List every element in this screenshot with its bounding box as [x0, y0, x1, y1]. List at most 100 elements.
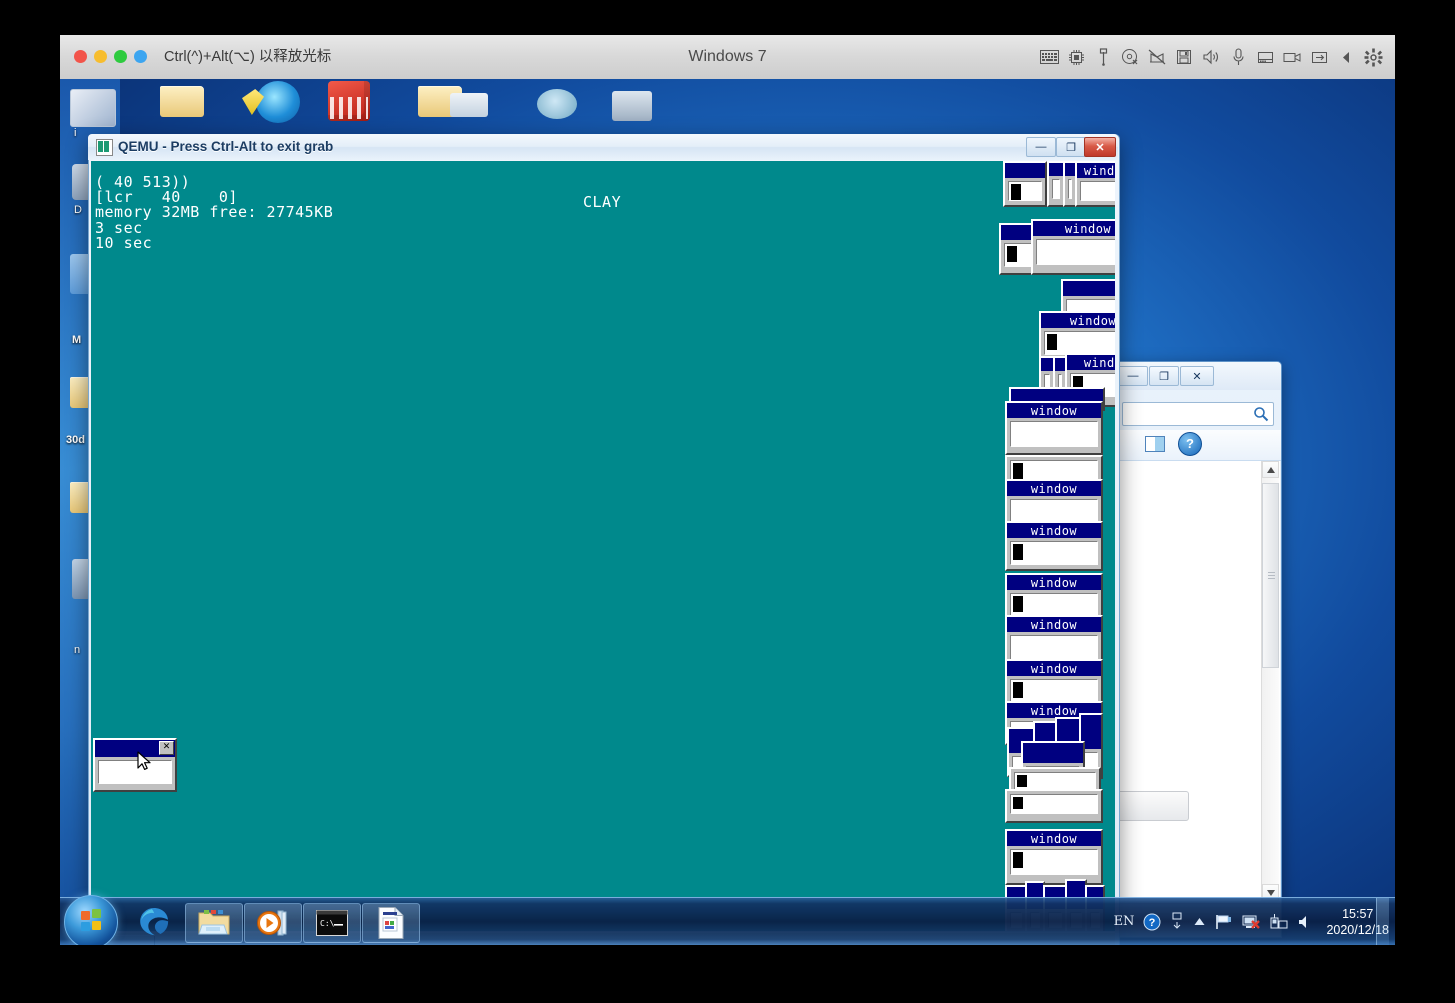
guest-window-titlebar[interactable]: window: [1007, 403, 1101, 418]
explorer-minimize-button[interactable]: —: [1118, 366, 1148, 386]
guest-window-title: window: [1030, 481, 1078, 496]
taskbar-command-prompt[interactable]: C:\: [303, 903, 361, 943]
qemu-window[interactable]: QEMU - Press Ctrl-Alt to exit grab — ❐ ✕…: [88, 134, 1120, 945]
taskbar-edge[interactable]: [126, 903, 182, 941]
guest-window-titlebar[interactable]: window: [1007, 481, 1101, 496]
windows-taskbar[interactable]: C:\ EN ? 15:57 2020/12/18: [60, 895, 1395, 945]
guest-window-title: window: [1030, 575, 1078, 590]
guest-window-titlebar[interactable]: window: [1007, 523, 1101, 538]
guest-window[interactable]: window: [1005, 521, 1103, 571]
desktop-icon-generic-5[interactable]: [537, 89, 577, 119]
explorer-content-pane[interactable]: [1107, 461, 1280, 901]
taskbar-explorer[interactable]: [185, 903, 243, 943]
guest-window-titlebar[interactable]: window: [1007, 661, 1101, 676]
vm-status-icon-bar: [1037, 35, 1385, 79]
guest-window[interactable]: window: [1031, 219, 1115, 275]
harddisk-icon[interactable]: [1253, 45, 1277, 69]
start-orb-pane-4: [92, 921, 101, 930]
usb-icon[interactable]: [1091, 45, 1115, 69]
scrollbar-thumb[interactable]: [1262, 483, 1279, 668]
guest-window-titlebar[interactable]: window: [1041, 313, 1115, 328]
device-icon[interactable]: [1270, 913, 1288, 930]
keyboard-icon[interactable]: [1037, 45, 1061, 69]
start-button[interactable]: [64, 895, 118, 945]
explorer-vertical-scrollbar[interactable]: [1261, 461, 1279, 901]
gear-icon[interactable]: [1361, 45, 1385, 69]
guest-window-titlebar[interactable]: window: [1033, 221, 1115, 236]
desktop-icon-browser[interactable]: [256, 81, 300, 123]
windows7-desktop[interactable]: i D M 30d n — ❐ ✕ ? QEMU - Press Ctrl-Al…: [60, 79, 1395, 945]
help-icon[interactable]: ?: [1143, 913, 1161, 931]
show-hidden-icons-icon[interactable]: [1193, 917, 1206, 927]
guest-window-body: [1008, 181, 1042, 201]
network-disconnected-icon[interactable]: [1242, 913, 1261, 930]
desktop-folder-3[interactable]: [160, 83, 204, 117]
qemu-maximize-button[interactable]: ❐: [1056, 137, 1086, 157]
desktop-icon-generic-6[interactable]: [612, 91, 652, 121]
folder-icon: [198, 910, 230, 935]
start-orb-pane-2: [92, 909, 101, 918]
guest-window-titlebar[interactable]: window: [1067, 355, 1115, 370]
svg-text:C:\: C:\: [320, 919, 335, 928]
guest-window-title: window: [1030, 403, 1078, 418]
guest-window-title: window: [1083, 163, 1115, 178]
qemu-close-button[interactable]: ✕: [1084, 137, 1116, 157]
explorer-titlebar: — ❐ ✕: [1116, 362, 1281, 390]
guest-window[interactable]: window: [1005, 401, 1103, 455]
guest-window[interactable]: window: [1005, 829, 1103, 885]
qemu-app-icon: [96, 139, 113, 156]
action-center-flag-icon[interactable]: [1215, 914, 1233, 930]
qemu-titlebar[interactable]: QEMU - Press Ctrl-Alt to exit grab — ❐ ✕: [88, 134, 1118, 160]
guest-window-focused[interactable]: ✕: [93, 738, 177, 792]
floppy-icon[interactable]: [1172, 45, 1196, 69]
taskbar-document[interactable]: [362, 903, 420, 943]
guest-window-titlebar[interactable]: [1005, 163, 1045, 178]
ime-toggle-icon[interactable]: [1170, 912, 1184, 932]
desktop-icon-computer[interactable]: [70, 89, 116, 127]
close-icon[interactable]: ✕: [159, 741, 174, 755]
svg-text:?: ?: [1149, 917, 1156, 929]
desktop-icon-label-2: M: [72, 334, 82, 346]
cpu-icon[interactable]: [1064, 45, 1088, 69]
guest-window-title: window: [1030, 661, 1078, 676]
guest-window-titlebar[interactable]: ✕: [95, 740, 175, 757]
network-disconnected-icon[interactable]: [1145, 45, 1169, 69]
guest-window-title: window: [1030, 523, 1078, 538]
ime-language-indicator[interactable]: EN: [1114, 914, 1135, 929]
vm-titlebar: Ctrl(^)+Alt(⌥) 以释放光标 Windows 7: [60, 35, 1395, 80]
guest-window-titlebar[interactable]: window: [1007, 617, 1101, 632]
guest-window-title: window: [1083, 355, 1115, 370]
collapse-arrow-icon[interactable]: [1334, 45, 1358, 69]
microphone-icon[interactable]: [1226, 45, 1250, 69]
guest-window-titlebar[interactable]: window: [1007, 575, 1101, 590]
qemu-window-title: QEMU - Press Ctrl-Alt to exit grab: [118, 139, 334, 154]
volume-icon[interactable]: [1297, 914, 1313, 930]
media-player-icon: [257, 910, 287, 936]
taskbar-media-player[interactable]: [244, 903, 302, 943]
explorer-maximize-button[interactable]: ❐: [1149, 366, 1179, 386]
document-icon: [378, 907, 404, 939]
camera-icon[interactable]: [1280, 45, 1304, 69]
scroll-up-arrow-icon[interactable]: [1262, 461, 1279, 478]
speaker-icon[interactable]: [1199, 45, 1223, 69]
qemu-guest-screen[interactable]: ( 40 513)) [lcr 40 0] memory 32MB free: …: [91, 161, 1115, 931]
qemu-minimize-button[interactable]: —: [1026, 137, 1056, 157]
start-orb-pane-3: [81, 922, 90, 931]
explorer-help-button[interactable]: ?: [1178, 432, 1202, 456]
explorer-close-button[interactable]: ✕: [1180, 366, 1214, 386]
guest-window[interactable]: [1003, 161, 1047, 207]
windows-explorer-window[interactable]: — ❐ ✕ ?: [1107, 361, 1282, 938]
desktop-icon-label-1: D: [74, 204, 82, 216]
guest-window-titlebar[interactable]: window: [1077, 163, 1115, 178]
guest-window-title: window: [1030, 831, 1078, 846]
system-tray[interactable]: EN ? 15:57 2020/12/18: [1114, 898, 1389, 945]
show-desktop-button[interactable]: [1376, 898, 1389, 945]
desktop-icon-generic-4[interactable]: [450, 93, 488, 117]
explorer-search-input[interactable]: [1122, 402, 1274, 426]
optical-disk-icon[interactable]: [1118, 45, 1142, 69]
guest-window[interactable]: [1005, 789, 1103, 823]
guest-window[interactable]: window: [1075, 161, 1115, 207]
layout-pane-icon[interactable]: [1144, 434, 1166, 454]
shared-folders-icon[interactable]: [1307, 45, 1331, 69]
guest-window-titlebar[interactable]: window: [1007, 831, 1101, 846]
